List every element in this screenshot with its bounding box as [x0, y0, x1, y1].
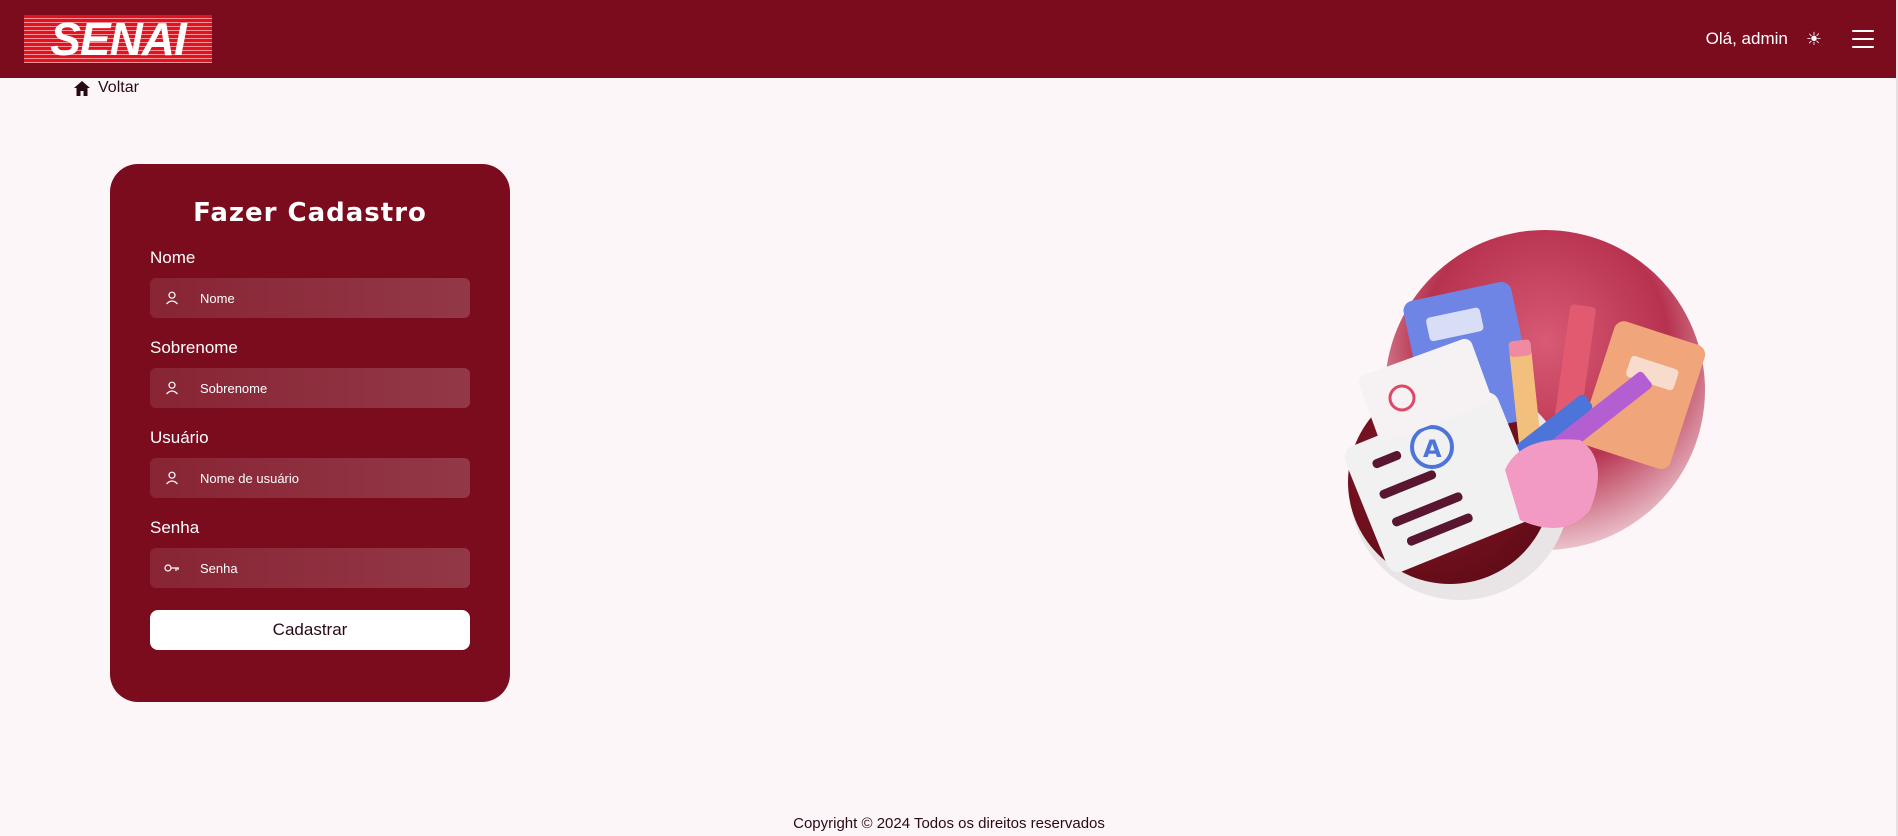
header-user-area: Olá, admin ☀ [1706, 29, 1874, 50]
password-label: Senha [150, 518, 200, 537]
back-link[interactable]: Voltar [74, 79, 139, 97]
password-field [150, 548, 470, 588]
password-input[interactable] [200, 560, 450, 576]
register-button[interactable]: Cadastrar [150, 610, 470, 650]
username-field [150, 458, 470, 498]
senai-logo[interactable]: SENAI [24, 15, 212, 63]
top-navbar: SENAI Olá, admin ☀ [0, 0, 1898, 78]
username-input[interactable] [200, 470, 450, 486]
username-label: Usuário [150, 428, 209, 447]
sun-icon[interactable]: ☀ [1806, 29, 1822, 50]
surname-input[interactable] [200, 380, 450, 396]
name-label: Nome [150, 248, 196, 267]
surname-field [150, 368, 470, 408]
footer-copyright: Copyright © 2024 Todos os direitos reser… [793, 815, 1105, 832]
signup-card: Fazer Cadastro Nome Sobrenome Usuário Se… [110, 164, 510, 702]
back-link-label: Voltar [98, 79, 139, 96]
hamburger-menu-icon[interactable] [1852, 30, 1874, 48]
school-supplies-illustration: A [1344, 230, 1706, 600]
key-icon [164, 560, 180, 576]
user-icon [164, 380, 180, 396]
svg-text:A: A [1423, 435, 1442, 463]
user-greeting: Olá, admin [1705, 29, 1788, 48]
name-field [150, 278, 470, 318]
user-icon [164, 290, 180, 306]
surname-label: Sobrenome [150, 338, 238, 357]
home-icon [74, 80, 90, 96]
logo-text: SENAI [50, 15, 187, 63]
user-icon [164, 470, 180, 486]
form-title: Fazer Cadastro [193, 198, 427, 228]
name-input[interactable] [200, 290, 450, 306]
